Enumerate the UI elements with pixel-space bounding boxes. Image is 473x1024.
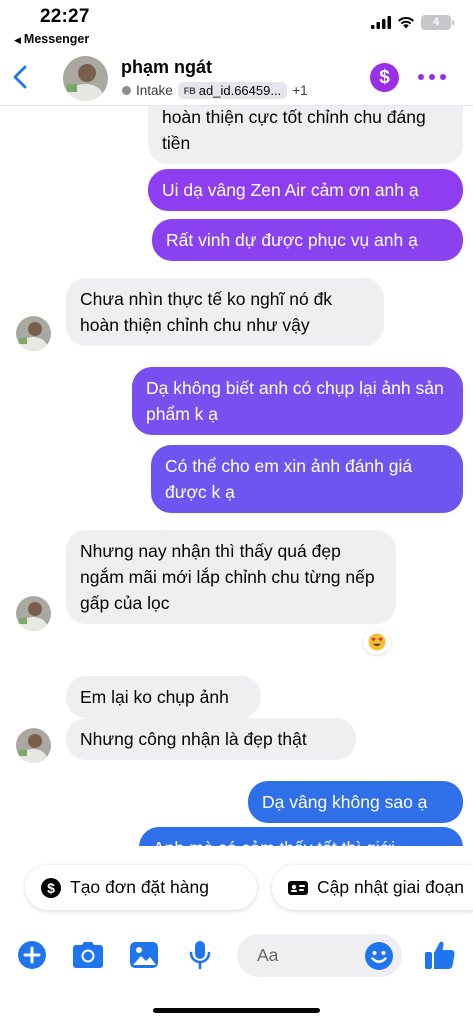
message-input[interactable]: Aa	[237, 934, 402, 977]
contact-meta: Intake FB ad_id.66459... +1	[122, 82, 308, 99]
microphone-icon	[189, 941, 211, 970]
sender-avatar[interactable]	[16, 728, 51, 763]
message-outgoing[interactable]: Rất vinh dự được phục vụ anh ạ	[152, 219, 463, 261]
contact-name[interactable]: phạm ngát	[121, 57, 212, 78]
conversation-header: phạm ngát Intake FB ad_id.66459... +1 $	[0, 52, 473, 106]
message-input-placeholder: Aa	[257, 945, 279, 965]
svg-text:$: $	[47, 880, 55, 896]
message-composer: Aa	[0, 930, 473, 1024]
battery-icon: 4	[421, 15, 454, 30]
update-stage-chip[interactable]: Cập nhật giai đoạn	[272, 865, 473, 910]
gallery-button[interactable]	[127, 938, 161, 972]
emoji-button[interactable]	[364, 941, 394, 971]
add-button[interactable]	[15, 938, 49, 972]
contact-avatar[interactable]	[63, 56, 108, 101]
message-incoming[interactable]: Nay nhận rồi xốp.cẩm quan thì thấy hoàn …	[148, 106, 463, 164]
sender-avatar[interactable]	[16, 316, 51, 351]
dollar-icon: $	[379, 67, 390, 88]
voice-button[interactable]	[183, 938, 217, 972]
heart-eyes-emoji-icon	[368, 633, 386, 651]
create-order-chip[interactable]: $ Tạo đơn đặt hàng	[25, 865, 257, 910]
message-outgoing[interactable]: Ui dạ vâng Zen Air cảm ơn anh ạ	[148, 169, 463, 211]
back-triangle-icon: ◀	[14, 35, 21, 45]
update-stage-label: Cập nhật giai đoạn	[317, 877, 464, 897]
status-bar: 22:27 ◀ Messenger 4	[0, 0, 473, 52]
thumbs-up-icon	[425, 941, 455, 969]
ad-id-text: ad_id.66459...	[198, 83, 282, 98]
status-icons: 4	[371, 15, 454, 30]
reaction-badge[interactable]	[363, 630, 391, 654]
ad-id-chip[interactable]: FB ad_id.66459...	[177, 82, 288, 99]
id-card-icon	[288, 880, 308, 896]
plus-circle-icon	[18, 941, 46, 969]
message-outgoing[interactable]: Anh mà có cảm thấy tốt thì giới	[139, 827, 463, 846]
message-incoming[interactable]: Nhưng nay nhận thì thấy quá đẹp ngắm mãi…	[66, 530, 396, 624]
create-order-label: Tạo đơn đặt hàng	[70, 877, 209, 897]
extra-labels-count[interactable]: +1	[292, 83, 307, 98]
sender-avatar[interactable]	[16, 596, 51, 631]
camera-button[interactable]	[71, 938, 105, 972]
message-incoming[interactable]: Nhưng công nhận là đẹp thật	[66, 718, 356, 760]
back-app-label: Messenger	[23, 32, 90, 46]
message-list[interactable]: Nay nhận rồi xốp.cẩm quan thì thấy hoàn …	[0, 106, 473, 846]
message-outgoing[interactable]: Có thể cho em xin ảnh đánh giá được k ạ	[151, 445, 463, 513]
signal-icon	[371, 16, 391, 29]
status-time: 22:27	[40, 6, 90, 27]
camera-icon	[73, 942, 103, 968]
more-dot-icon	[440, 74, 446, 80]
status-dot-icon	[122, 86, 131, 95]
message-outgoing[interactable]: Dạ vâng không sao ạ	[248, 781, 463, 823]
avatar-photo	[16, 596, 51, 631]
like-button[interactable]	[423, 938, 457, 972]
home-indicator	[153, 1008, 320, 1013]
smiley-icon	[365, 942, 393, 970]
fb-prefix: FB	[183, 85, 196, 96]
back-button[interactable]	[8, 60, 32, 94]
back-to-app-link[interactable]: ◀ Messenger	[14, 32, 89, 46]
wifi-icon	[398, 16, 414, 29]
message-incoming[interactable]: Chưa nhìn thực tế ko nghĩ nó đk hoàn thi…	[66, 278, 384, 346]
message-incoming[interactable]: Em lại ko chụp ảnh	[66, 676, 261, 718]
more-options-button[interactable]	[418, 65, 446, 89]
image-icon	[130, 942, 158, 968]
chevron-left-icon	[13, 65, 27, 89]
intake-label[interactable]: Intake	[136, 83, 173, 98]
payment-button[interactable]: $	[370, 63, 399, 92]
quick-actions-bar: $ Tạo đơn đặt hàng Cập nhật giai đoạn	[0, 846, 473, 930]
more-dot-icon	[418, 74, 424, 80]
avatar-photo	[16, 728, 51, 763]
message-outgoing[interactable]: Dạ không biết anh có chụp lại ảnh sản ph…	[132, 367, 463, 435]
more-dot-icon	[429, 74, 435, 80]
avatar-photo	[63, 56, 108, 101]
avatar-photo	[16, 316, 51, 351]
dollar-circle-icon: $	[41, 877, 61, 898]
